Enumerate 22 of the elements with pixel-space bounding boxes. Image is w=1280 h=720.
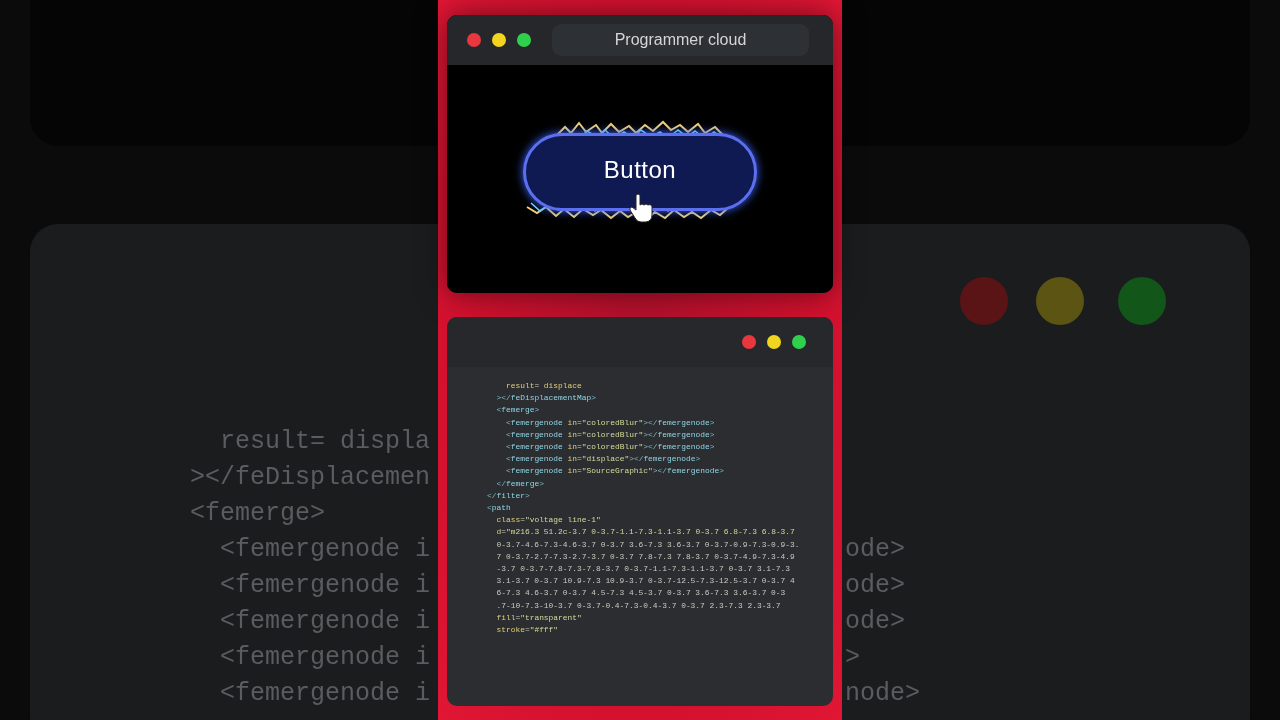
code-line: <femergenode i: [219, 642, 431, 674]
code-line: <femergenode i: [219, 606, 431, 638]
code-line: ></feDisplacemen: [190, 462, 431, 494]
window-title: Programmer cloud: [552, 24, 809, 56]
maximize-dot-icon[interactable]: [517, 33, 531, 47]
code-fragment: ode>: [845, 571, 905, 600]
code-line: <femerge>: [190, 498, 327, 530]
code-fragment: >: [845, 643, 860, 672]
code-line: <femergenode i: [219, 534, 431, 566]
close-dot-icon[interactable]: [467, 33, 481, 47]
close-dot-icon[interactable]: [742, 335, 756, 349]
code-line: <femergenode i: [219, 678, 431, 710]
code-fragment: node>: [845, 679, 920, 708]
minimize-dot-icon[interactable]: [492, 33, 506, 47]
minimize-dot-icon[interactable]: [767, 335, 781, 349]
maximize-dot-icon[interactable]: [792, 335, 806, 349]
code-fragment: ode>: [845, 607, 905, 636]
code-fragment: ode>: [845, 535, 905, 564]
hand-cursor-icon: [629, 193, 655, 223]
code-line: result= displa: [219, 426, 431, 458]
glowing-button[interactable]: Button: [523, 133, 757, 211]
code-line: <femergenode i: [219, 570, 431, 602]
